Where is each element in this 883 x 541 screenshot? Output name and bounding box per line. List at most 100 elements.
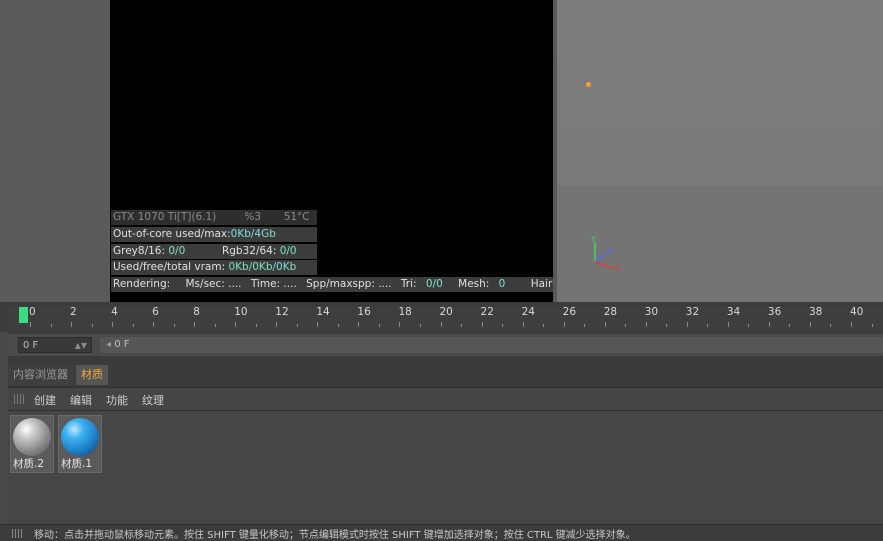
grey-material-ball-icon bbox=[13, 418, 51, 456]
render-viewport[interactable] bbox=[110, 0, 553, 210]
tab-material[interactable]: 材质 bbox=[76, 365, 108, 385]
spinner-icon[interactable]: ▲▼ bbox=[75, 338, 87, 354]
timeline-tick-label: 18 bbox=[398, 306, 412, 318]
timeline-tick-mark bbox=[645, 322, 647, 327]
tab-content-browser[interactable]: 内容浏览器 bbox=[8, 365, 73, 385]
rgb-label: Rgb32/64: bbox=[221, 245, 280, 257]
timeline-tick-mark bbox=[71, 322, 73, 327]
x-axis-line bbox=[594, 261, 614, 269]
timeline-tick-mark bbox=[871, 324, 873, 327]
timeline-tick-mark bbox=[173, 324, 175, 327]
timeline-tick-mark bbox=[50, 324, 52, 327]
timeline-tick-mark bbox=[481, 322, 483, 327]
timeline-tick-mark bbox=[194, 322, 196, 327]
menu-function[interactable]: 功能 bbox=[106, 392, 128, 408]
timeline-tick-mark bbox=[461, 324, 463, 327]
texture-stat: Grey8/16: 0/0 Rgb32/64: 0/0 bbox=[111, 244, 317, 259]
timeline-tick-mark bbox=[91, 324, 93, 327]
timeline-tick-mark bbox=[584, 324, 586, 327]
status-bar: 移动：点击并拖动鼠标移动元素。按住 SHIFT 键量化移动；节点编辑模式时按住 … bbox=[0, 524, 883, 541]
tri-label: Tri: bbox=[400, 278, 420, 290]
timeline-tick-mark bbox=[502, 324, 504, 327]
timeline-tick-mark bbox=[112, 322, 114, 327]
timeline-ruler[interactable]: 0 2 4 6 8 10 12 14 16 18 20 22 24 26 28 30 32 34 36 38 40 bbox=[8, 306, 883, 328]
timeline-tick-label: 14 bbox=[316, 306, 330, 318]
timeline-tick-label: 10 bbox=[234, 306, 248, 318]
vram-value: 0Kb/0Kb/0Kb bbox=[228, 261, 297, 273]
vram-stat: Used/free/total vram: 0Kb/0Kb/0Kb bbox=[111, 260, 317, 275]
timeline-tick-mark bbox=[830, 324, 832, 327]
gpu-name: GTX 1070 Ti[T](6.1) bbox=[113, 211, 217, 223]
grip-icon[interactable] bbox=[14, 394, 26, 404]
timeline-tick-mark bbox=[625, 324, 627, 327]
x-axis-label: X bbox=[614, 264, 620, 272]
timeline-tick-mark bbox=[851, 322, 852, 327]
gpu-usage: %3 bbox=[244, 211, 262, 223]
timeline-tick-label: 6 bbox=[152, 306, 159, 318]
timeline-tick-label: 34 bbox=[726, 306, 741, 318]
timeline-tick-label: 30 bbox=[644, 306, 659, 318]
timeline-tick-mark bbox=[30, 322, 31, 327]
timeline-tick-mark bbox=[789, 324, 791, 327]
timeline-tick-mark bbox=[358, 322, 360, 327]
timeline-tick-mark bbox=[337, 324, 339, 327]
out-of-core-stat: Out-of-core used/max:0Kb/4Gb bbox=[111, 227, 317, 242]
timeline-tick-mark bbox=[522, 322, 524, 327]
render-stats-panel: GTX 1070 Ti[T](6.1) %3 51°C Out-of-core … bbox=[110, 210, 572, 302]
arrow-left-icon[interactable]: ◂ bbox=[106, 339, 114, 350]
timeline-tick-mark bbox=[378, 324, 380, 327]
range-start-value: 0 F bbox=[114, 339, 130, 350]
material-name: 材质.2 bbox=[13, 458, 45, 470]
timeline-tick-label: 22 bbox=[480, 306, 494, 318]
status-text: 移动：点击并拖动鼠标移动元素。按住 SHIFT 键量化移动；节点编辑模式时按住 … bbox=[34, 530, 636, 541]
gpu-temp: 51°C bbox=[283, 211, 310, 223]
grey-label: Grey8/16: bbox=[113, 245, 169, 257]
timeline-tick-label: 26 bbox=[562, 306, 577, 318]
timeline-tick-label: 12 bbox=[275, 306, 289, 318]
material-tile-1[interactable]: 材质.1 bbox=[58, 415, 102, 473]
timeline-tick-label: 4 bbox=[111, 306, 118, 318]
material-menubar: 创建 编辑 功能 纹理 bbox=[8, 387, 883, 411]
material-list[interactable]: 材质.2 材质.1 bbox=[8, 410, 883, 525]
vram-label: Used/free/total vram: bbox=[113, 261, 229, 273]
timeline-tick-label: 38 bbox=[808, 306, 823, 318]
timeline-tick-label: 28 bbox=[603, 306, 618, 318]
range-slider[interactable]: ◂ 0 F bbox=[100, 337, 883, 353]
timeline-tick-label: 0 bbox=[29, 306, 36, 318]
timeline-tick-mark bbox=[768, 322, 770, 327]
timeline-tick-label: 16 bbox=[357, 306, 371, 318]
spp: Spp/maxspp: .... bbox=[306, 278, 392, 290]
menu-create[interactable]: 创建 bbox=[34, 392, 56, 408]
ooc-label: Out-of-core used/max: bbox=[113, 228, 231, 240]
menu-edit[interactable]: 编辑 bbox=[70, 392, 92, 408]
material-tile-2[interactable]: 材质.2 bbox=[10, 415, 54, 473]
object-point[interactable] bbox=[586, 82, 591, 87]
timeline-tick-label: 36 bbox=[767, 306, 782, 318]
rendering-status: Rendering: Ms/sec: .... Time: .... Spp/m… bbox=[111, 277, 572, 292]
timeline-tick-mark bbox=[748, 324, 750, 327]
timeline-tick-mark bbox=[666, 324, 668, 327]
timeline-tick-label: 32 bbox=[685, 306, 700, 318]
timeline-tick-mark bbox=[296, 324, 298, 327]
timeline-tick-mark bbox=[317, 322, 319, 327]
timeline-tick-mark bbox=[132, 324, 134, 327]
gpu-info: GTX 1070 Ti[T](6.1) %3 51°C bbox=[111, 210, 317, 225]
z-axis-label: Z bbox=[607, 247, 613, 256]
menu-texture[interactable]: 纹理 bbox=[142, 392, 164, 408]
timeline-tick-mark bbox=[563, 322, 565, 327]
current-frame-field[interactable]: 0 F ▲▼ bbox=[18, 337, 92, 353]
timeline-tick-mark bbox=[809, 322, 811, 327]
timeline-tick-mark bbox=[604, 322, 606, 327]
z-axis-line bbox=[594, 253, 606, 263]
3d-viewport[interactable]: Y Z X bbox=[557, 0, 883, 302]
playhead[interactable] bbox=[19, 307, 28, 323]
timeline-tick-mark bbox=[686, 322, 688, 327]
timeline-tick-mark bbox=[255, 324, 257, 327]
timeline-tick-mark bbox=[153, 322, 155, 327]
timeline-tick-label: 40 bbox=[850, 306, 864, 318]
rgb-value: 0/0 bbox=[279, 245, 297, 257]
current-frame-value: 0 F bbox=[23, 340, 39, 351]
timeline-tick-label: 24 bbox=[521, 306, 535, 318]
material-name: 材质.1 bbox=[61, 458, 93, 470]
ooc-value: 0Kb/4Gb bbox=[230, 228, 276, 240]
